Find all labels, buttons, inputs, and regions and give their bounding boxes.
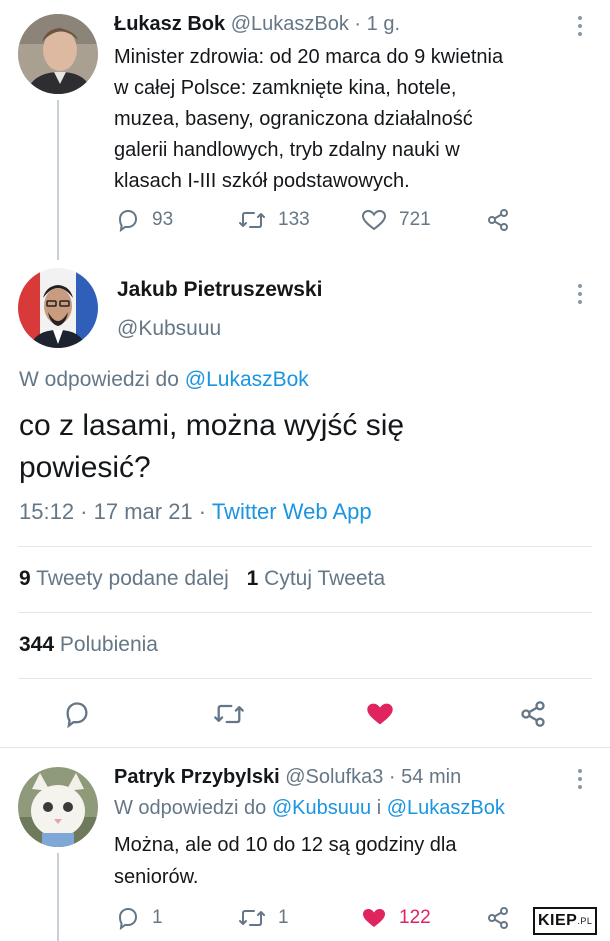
- reply-count: 1: [152, 907, 163, 928]
- reply-context: W odpowiedzi do @LukaszBok: [19, 368, 309, 392]
- share-button[interactable]: [486, 906, 510, 930]
- author-handle[interactable]: @Kubsuuu: [117, 317, 221, 341]
- like-button[interactable]: 721: [361, 208, 431, 232]
- tweet-text-line: Można, ale od 10 do 12 są godziny dla: [114, 834, 457, 856]
- avatar[interactable]: [18, 14, 98, 94]
- divider: [18, 612, 592, 613]
- tweet-text-line: powiesić?: [19, 451, 151, 484]
- likes-count: 344: [19, 633, 55, 656]
- tweet-text-line: galerii handlowych, tryb zdalny nauki w: [114, 139, 460, 161]
- retweet-icon: [239, 212, 265, 228]
- share-button[interactable]: [519, 700, 547, 728]
- more-options-icon[interactable]: [577, 284, 583, 308]
- reply-button[interactable]: [63, 700, 91, 728]
- reply-and: i: [376, 797, 382, 819]
- heart-filled-icon: [363, 909, 385, 927]
- retweet-count: 1: [278, 907, 289, 928]
- tweet-text-line: seniorów.: [114, 866, 199, 888]
- retweet-button[interactable]: 1: [238, 906, 289, 930]
- reply-icon: [66, 702, 88, 728]
- thread-line: [57, 853, 59, 941]
- reply-button[interactable]: 1: [116, 906, 163, 930]
- tweet-header: Patryk Przybylski @Solufka3 · 54 min: [114, 766, 461, 789]
- heart-icon: [361, 209, 387, 231]
- retweet-icon: [214, 704, 244, 724]
- watermark-suffix: .PL: [577, 916, 593, 926]
- quotes-count: 1: [246, 567, 259, 590]
- more-options-icon[interactable]: [577, 769, 583, 793]
- likes-label: Polubienia: [59, 633, 158, 656]
- tweet-text-line: w całej Polsce: zamknięte kina, hotele,: [114, 77, 457, 99]
- retweet-button[interactable]: 133: [238, 208, 310, 232]
- like-button[interactable]: [365, 700, 395, 728]
- reply-icon: [118, 209, 138, 232]
- tweet-text-line: co z lasami, można wyjść się: [19, 409, 405, 442]
- author-name[interactable]: Jakub Pietruszewski: [117, 278, 322, 302]
- share-button[interactable]: [486, 208, 510, 232]
- retweet-count: 133: [278, 209, 310, 230]
- retweet-icon: [239, 910, 265, 926]
- tweet-header: Łukasz Bok @LukaszBok · 1 g.: [114, 13, 400, 36]
- author-handle[interactable]: @LukaszBok: [231, 13, 349, 35]
- heart-filled-icon: [367, 703, 393, 725]
- reply-context: W odpowiedzi do @Kubsuuu i @LukaszBok: [114, 797, 505, 820]
- tweet-text: Można, ale od 10 do 12 są godziny dla se…: [114, 829, 456, 893]
- share-icon: [521, 701, 545, 727]
- reply-prefix: W odpowiedzi do: [19, 368, 179, 391]
- tweet-text-line: Minister zdrowia: od 20 marca do 9 kwiet…: [114, 46, 504, 68]
- author-handle[interactable]: @Solufka3: [285, 766, 383, 788]
- tweet-meta: 15:12 · 17 mar 21 · Twitter Web App: [19, 499, 372, 525]
- divider: [0, 747, 610, 748]
- thread-line: [57, 100, 59, 260]
- like-count: 122: [399, 907, 431, 928]
- like-count: 721: [399, 209, 431, 230]
- watermark-logo: KIEP .PL: [533, 907, 598, 935]
- quotes-label: Cytuj Tweeta: [264, 567, 386, 590]
- reply-prefix: W odpowiedzi do: [114, 797, 267, 819]
- tweet-time[interactable]: 54 min: [401, 766, 461, 788]
- mention-link[interactable]: @LukaszBok: [387, 797, 505, 819]
- separator: ·: [354, 13, 362, 35]
- tweet-source[interactable]: Twitter Web App: [212, 499, 372, 524]
- engagement-stats: 9 Tweety podane dalej 1 Cytuj Tweeta: [19, 567, 385, 591]
- tweet-text-line: klasach I-III szkół podstawowych.: [114, 170, 410, 192]
- retweets-label: Tweety podane dalej: [36, 567, 229, 590]
- tweet-text-line: muzea, baseny, ograniczona działalność: [114, 108, 473, 130]
- reply-count: 93: [152, 209, 174, 230]
- share-icon: [488, 907, 508, 929]
- avatar[interactable]: [18, 767, 98, 847]
- mention-link[interactable]: @Kubsuuu: [272, 797, 371, 819]
- watermark-text: KIEP: [538, 912, 578, 929]
- likes-stat[interactable]: 344 Polubienia: [19, 633, 158, 657]
- quotes-stat[interactable]: 1 Cytuj Tweeta: [247, 567, 386, 590]
- retweets-count: 9: [19, 567, 31, 590]
- like-button[interactable]: 122: [361, 906, 431, 930]
- reply-button[interactable]: 93: [116, 208, 173, 232]
- tweet-timestamp[interactable]: 15:12 · 17 mar 21 ·: [19, 499, 206, 524]
- avatar[interactable]: [18, 268, 98, 348]
- divider: [18, 546, 592, 547]
- author-name[interactable]: Patryk Przybylski: [114, 766, 280, 788]
- reply-icon: [118, 907, 138, 930]
- author-name[interactable]: Łukasz Bok: [114, 13, 225, 35]
- more-options-icon[interactable]: [577, 16, 583, 40]
- divider: [18, 678, 592, 679]
- retweet-button[interactable]: [213, 700, 245, 728]
- mention-link[interactable]: @LukaszBok: [185, 368, 309, 391]
- tweet-text: co z lasami, można wyjść się powiesić?: [19, 405, 404, 489]
- retweets-stat[interactable]: 9 Tweety podane dalej: [19, 567, 235, 590]
- separator: ·: [388, 766, 396, 788]
- share-icon: [488, 209, 508, 231]
- tweet-text: Minister zdrowia: od 20 marca do 9 kwiet…: [114, 42, 503, 197]
- tweet-time[interactable]: 1 g.: [367, 13, 400, 35]
